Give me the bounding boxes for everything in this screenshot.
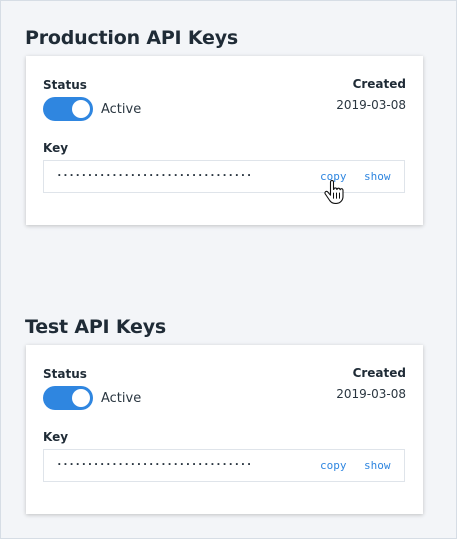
status-label: Status xyxy=(43,367,87,381)
api-key-field: ································ copy sh… xyxy=(43,449,405,482)
show-key-link[interactable]: show xyxy=(364,170,391,184)
api-key-masked-value: ································ xyxy=(56,458,252,471)
created-label: Created xyxy=(352,77,406,91)
status-label: Status xyxy=(43,78,87,92)
status-toggle[interactable] xyxy=(43,386,93,410)
status-value: Active xyxy=(101,102,142,117)
key-label: Key xyxy=(43,141,69,155)
toggle-knob xyxy=(72,389,90,407)
toggle-knob xyxy=(72,100,90,118)
production-api-keys-card: Status Created 2019-03-08 Active Key ···… xyxy=(26,56,423,225)
created-date: 2019-03-08 xyxy=(336,387,406,401)
show-key-link[interactable]: show xyxy=(364,459,391,473)
production-api-keys-title: Production API Keys xyxy=(25,27,239,49)
api-key-masked-value: ································ xyxy=(56,169,252,182)
copy-key-link[interactable]: copy xyxy=(320,459,347,473)
created-date: 2019-03-08 xyxy=(336,98,406,112)
copy-key-link[interactable]: copy xyxy=(320,170,347,184)
status-toggle[interactable] xyxy=(43,97,93,121)
test-api-keys-card: Status Created 2019-03-08 Active Key ···… xyxy=(26,345,423,514)
api-key-field: ································ copy sh… xyxy=(43,160,405,193)
created-label: Created xyxy=(352,366,406,380)
key-label: Key xyxy=(43,430,69,444)
status-value: Active xyxy=(101,391,142,406)
test-api-keys-title: Test API Keys xyxy=(25,316,167,338)
api-keys-page: Production API Keys Status Created 2019-… xyxy=(0,0,457,539)
